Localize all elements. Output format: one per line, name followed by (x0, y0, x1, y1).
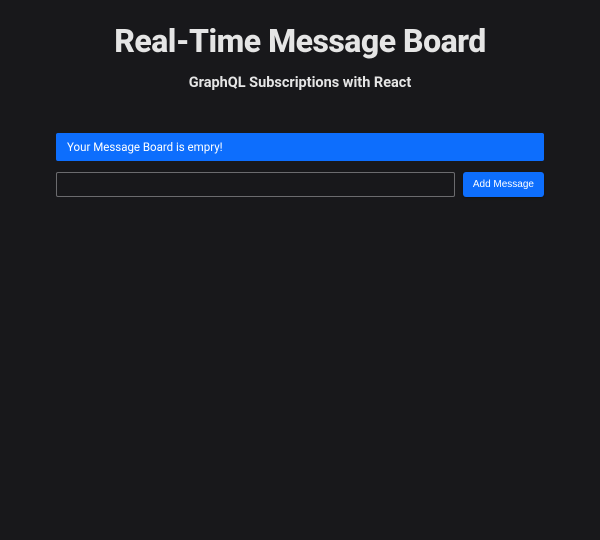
page-title: Real-Time Message Board (114, 22, 486, 60)
add-message-button[interactable]: Add Message (463, 172, 544, 197)
page-subtitle: GraphQL Subscriptions with React (189, 74, 412, 91)
message-input[interactable] (56, 172, 455, 197)
empty-state-alert: Your Message Board is empry! (56, 133, 544, 161)
message-board-panel: Your Message Board is empry! Add Message (56, 133, 544, 197)
app-container: Real-Time Message Board GraphQL Subscrip… (0, 0, 600, 197)
message-form: Add Message (56, 172, 544, 197)
